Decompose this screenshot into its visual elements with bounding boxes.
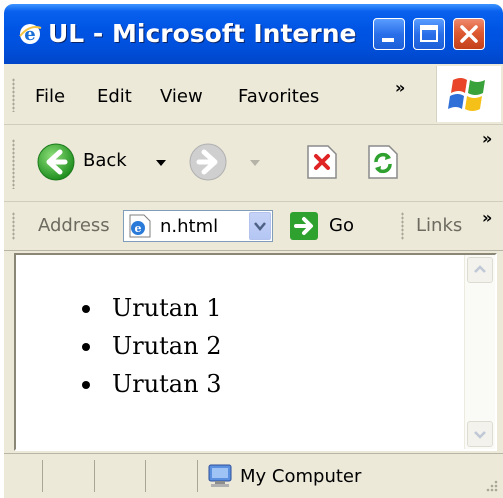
toolbar-overflow-chevron[interactable]: » xyxy=(482,129,492,148)
page-icon: e xyxy=(129,214,151,238)
scroll-up-button[interactable] xyxy=(467,257,493,283)
bullet xyxy=(82,343,90,351)
address-label: Address xyxy=(38,215,110,236)
maximize-button[interactable] xyxy=(413,18,445,50)
address-input[interactable]: e n.html xyxy=(123,210,273,242)
list-item: Urutan 1 xyxy=(64,289,221,327)
menu-view[interactable]: View xyxy=(160,86,203,107)
window-title: UL - Microsoft Interne... xyxy=(48,19,358,48)
close-button[interactable] xyxy=(453,18,485,50)
go-label: Go xyxy=(329,215,354,236)
forward-button[interactable] xyxy=(188,141,266,183)
status-panel-divider xyxy=(94,460,95,492)
address-bar: Address e n.html Go Links » xyxy=(4,202,503,251)
page-viewport[interactable]: Urutan 1 Urutan 2 Urutan 3 xyxy=(14,253,497,451)
menu-file[interactable]: File xyxy=(35,86,65,107)
windows-logo xyxy=(436,66,501,122)
dropdown-arrow-icon xyxy=(254,222,266,231)
back-label: Back xyxy=(83,150,127,171)
list-item: Urutan 3 xyxy=(64,365,221,403)
stop-icon[interactable] xyxy=(306,144,338,180)
links-label[interactable]: Links xyxy=(416,215,462,236)
minimize-button[interactable] xyxy=(373,18,405,50)
svg-text:e: e xyxy=(135,222,142,235)
menubar-grip[interactable] xyxy=(12,78,15,112)
standard-toolbar: Back » xyxy=(4,125,503,202)
close-icon xyxy=(460,25,478,43)
menu-edit[interactable]: Edit xyxy=(97,86,132,107)
links-overflow-chevron[interactable]: » xyxy=(482,208,492,227)
go-arrow-icon xyxy=(290,212,318,240)
my-computer-icon xyxy=(208,464,232,487)
security-zone: My Computer xyxy=(240,466,362,487)
status-panel-divider xyxy=(197,460,198,492)
list-item-text: Urutan 1 xyxy=(112,294,222,322)
bullet xyxy=(82,381,90,389)
back-arrow-icon xyxy=(37,143,75,181)
list-item-text: Urutan 2 xyxy=(112,332,222,360)
back-dropdown-icon[interactable] xyxy=(154,158,168,168)
unordered-list: Urutan 1 Urutan 2 Urutan 3 xyxy=(64,289,221,403)
menu-favorites[interactable]: Favorites xyxy=(238,86,319,107)
browser-window: e UL - Microsoft Interne... File Edit Vi… xyxy=(4,4,503,498)
address-url: n.html xyxy=(160,216,219,237)
scroll-down-button[interactable] xyxy=(467,421,493,447)
links-grip[interactable] xyxy=(401,212,404,240)
bullet xyxy=(82,305,90,313)
status-panel-divider xyxy=(42,460,43,492)
scroll-up-icon xyxy=(474,265,486,273)
forward-arrow-icon xyxy=(189,143,227,181)
list-item: Urutan 2 xyxy=(64,327,221,365)
vertical-scrollbar[interactable] xyxy=(464,255,495,449)
ie-icon: e xyxy=(18,22,42,46)
toolbar-grip[interactable] xyxy=(12,139,15,189)
refresh-icon[interactable] xyxy=(367,144,399,180)
windows-logo-icon xyxy=(448,78,485,111)
back-button[interactable]: Back xyxy=(36,141,176,183)
list-item-text: Urutan 3 xyxy=(112,370,222,398)
maximize-icon xyxy=(420,25,438,42)
go-button[interactable]: Go xyxy=(289,210,365,242)
title-bar[interactable]: e UL - Microsoft Interne... xyxy=(4,4,503,64)
scroll-down-icon xyxy=(474,431,486,439)
addressbar-grip[interactable] xyxy=(12,212,15,240)
menu-bar: File Edit View Favorites » xyxy=(4,64,503,125)
resize-grip-icon[interactable] xyxy=(482,478,500,496)
forward-dropdown-icon xyxy=(250,160,260,166)
status-bar: My Computer xyxy=(4,453,503,498)
status-panel-divider xyxy=(145,460,146,492)
minimize-icon xyxy=(382,38,394,42)
address-dropdown-button[interactable] xyxy=(249,212,271,240)
menubar-overflow-chevron[interactable]: » xyxy=(395,78,405,97)
